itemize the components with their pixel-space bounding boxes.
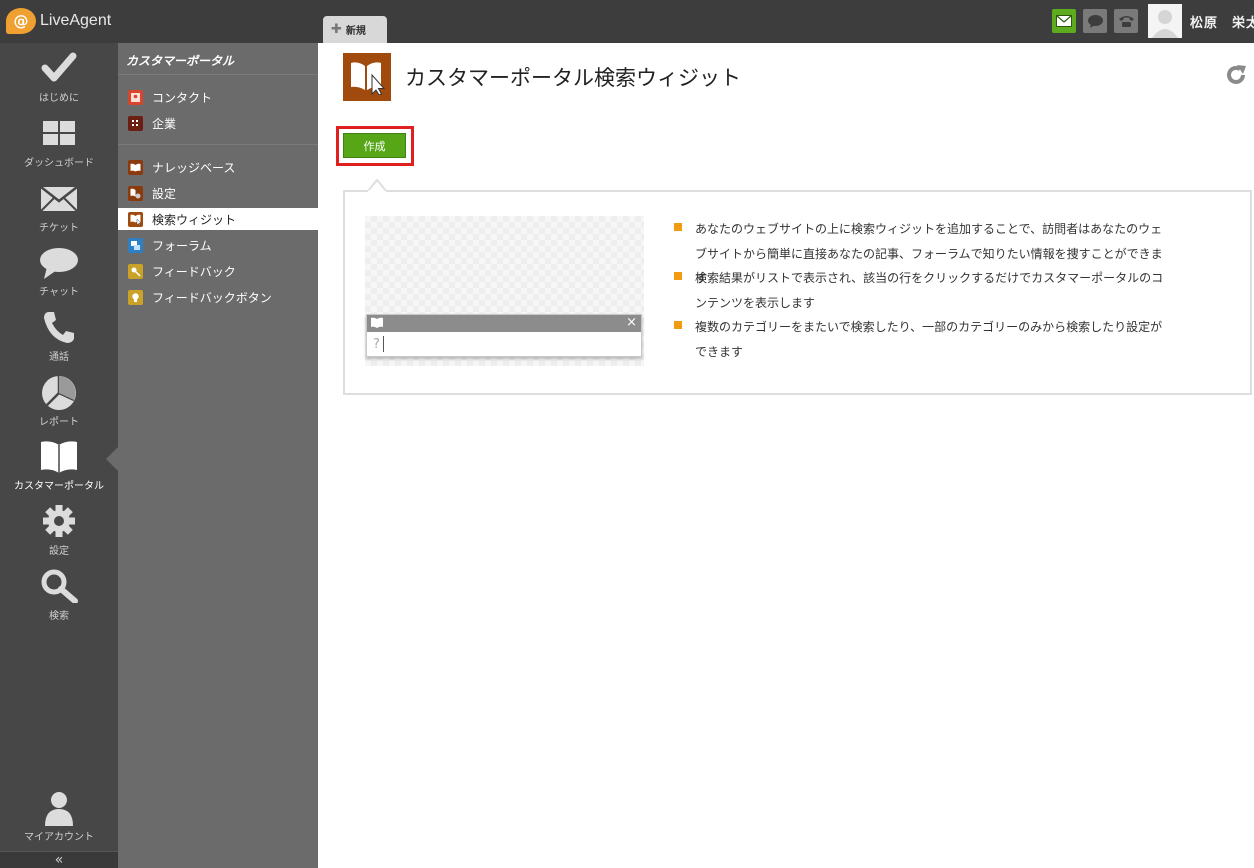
nav-item-chat[interactable]: チャット bbox=[0, 241, 118, 303]
phone-icon bbox=[44, 312, 74, 343]
subnav-item-companies[interactable]: 企業 bbox=[128, 112, 318, 134]
subnav-label: コンタクト bbox=[152, 90, 213, 105]
nav-label: チケット bbox=[39, 223, 79, 234]
nav-item-dashboard[interactable]: ダッシュボード bbox=[0, 112, 118, 174]
widget-preview-header: × bbox=[367, 315, 641, 332]
person-icon bbox=[45, 792, 73, 826]
book-settings-icon bbox=[128, 185, 143, 201]
nav-label: 検索 bbox=[49, 611, 69, 622]
user-name[interactable]: 松原 栄太 bbox=[1190, 12, 1254, 31]
widget-preview-search-input: ? bbox=[368, 333, 640, 355]
nav-label: レポート bbox=[39, 417, 79, 428]
customer-portal-subnav: カスタマーポータル コンタクト 企業 ナレッジベース 設定 検索ウィジット フォ… bbox=[118, 43, 318, 868]
feedback-key-icon bbox=[128, 263, 143, 279]
bullet-square-icon bbox=[674, 321, 682, 329]
building-icon bbox=[128, 115, 143, 131]
subnav-item-forum[interactable]: フォーラム bbox=[128, 234, 318, 256]
open-book-icon bbox=[41, 441, 77, 473]
text-caret bbox=[382, 336, 384, 352]
top-bar: @ LiveAgent ✚ 新規 松原 栄太 bbox=[0, 0, 1254, 43]
app-logo[interactable]: @ LiveAgent bbox=[6, 7, 111, 35]
refresh-icon[interactable] bbox=[1225, 64, 1247, 86]
subnav-label: 検索ウィジット bbox=[152, 212, 237, 227]
gear-icon bbox=[43, 505, 75, 537]
widget-preview: × ? bbox=[366, 314, 642, 357]
nav-label: ダッシュボード bbox=[24, 158, 94, 169]
subnav-item-settings[interactable]: 設定 bbox=[128, 182, 318, 204]
feature-text: 複数のカテゴリーをまたいで検索したり、一部のカテゴリーのみから検索したり設定がで… bbox=[695, 320, 1163, 359]
bullet-square-icon bbox=[674, 223, 682, 231]
feature-text: 検索結果がリストで表示され、該当の行をクリックするだけでカスタマーポータルのコン… bbox=[695, 271, 1164, 310]
nav-label: チャット bbox=[39, 287, 79, 298]
subnav-label: ナレッジベース bbox=[152, 160, 236, 175]
subnav-divider bbox=[118, 144, 318, 145]
subnav-title: カスタマーポータル bbox=[126, 54, 235, 68]
logo-at-icon: @ bbox=[6, 8, 36, 34]
phone-status-icon[interactable] bbox=[1114, 9, 1138, 33]
nav-label: はじめに bbox=[39, 93, 79, 104]
nav-item-my-account[interactable]: マイアカウント bbox=[0, 786, 118, 848]
dashboard-grid-icon bbox=[43, 121, 75, 145]
logo-text: LiveAgent bbox=[40, 12, 112, 29]
forum-icon bbox=[128, 237, 143, 253]
plus-icon: ✚ bbox=[331, 22, 342, 37]
subnav-item-feedback[interactable]: フィードバック bbox=[128, 260, 318, 282]
subnav-item-knowledge-base[interactable]: ナレッジベース bbox=[128, 156, 318, 178]
new-tab-button[interactable]: ✚ 新規 bbox=[323, 16, 387, 43]
bullet-square-icon bbox=[674, 272, 682, 280]
user-avatar[interactable] bbox=[1148, 4, 1182, 38]
nav-item-tickets[interactable]: チケット bbox=[0, 177, 118, 239]
mail-status-icon[interactable] bbox=[1052, 9, 1076, 33]
chat-bubble-icon bbox=[40, 248, 78, 279]
pie-chart-icon bbox=[42, 376, 76, 410]
create-button[interactable]: 作成 bbox=[343, 133, 406, 158]
nav-item-settings[interactable]: 設定 bbox=[0, 500, 118, 562]
subnav-divider bbox=[118, 74, 318, 75]
nav-label: 通話 bbox=[49, 352, 69, 363]
book-search-icon bbox=[128, 211, 143, 227]
nav-label: 設定 bbox=[49, 546, 69, 557]
question-mark-icon: ? bbox=[373, 336, 380, 352]
main-navigation: はじめに ダッシュボード チケット チャット 通話 レポート カスタマーポータル bbox=[0, 43, 118, 868]
magnifier-icon bbox=[41, 569, 78, 603]
book-icon bbox=[128, 159, 143, 175]
checkmark-icon bbox=[41, 52, 77, 82]
subnav-label: フィードバックボタン bbox=[152, 290, 272, 305]
close-icon: × bbox=[626, 315, 637, 330]
collapse-nav-button[interactable]: « bbox=[0, 851, 118, 868]
nav-label: カスタマーポータル bbox=[14, 481, 104, 492]
envelope-icon bbox=[40, 186, 78, 212]
nav-item-getting-started[interactable]: はじめに bbox=[0, 47, 118, 109]
subnav-label: フィードバック bbox=[152, 264, 236, 279]
feedback-bulb-icon bbox=[128, 289, 143, 305]
panel-pointer bbox=[367, 179, 387, 192]
nav-item-customer-portal[interactable]: カスタマーポータル bbox=[0, 435, 118, 497]
subnav-item-search-widget[interactable]: 検索ウィジット bbox=[118, 208, 318, 230]
nav-label: マイアカウント bbox=[24, 832, 94, 843]
subnav-item-feedback-button[interactable]: フィードバックボタン bbox=[128, 286, 318, 308]
active-nav-pointer bbox=[106, 447, 118, 471]
nav-item-calls[interactable]: 通話 bbox=[0, 306, 118, 368]
contact-card-icon bbox=[128, 89, 143, 105]
chat-status-icon[interactable] bbox=[1083, 9, 1107, 33]
subnav-label: フォーラム bbox=[152, 238, 212, 253]
nav-item-search[interactable]: 検索 bbox=[0, 565, 118, 627]
page-title: カスタマーポータル検索ウィジット bbox=[405, 66, 741, 90]
subnav-label: 設定 bbox=[152, 186, 177, 201]
subnav-item-contacts[interactable]: コンタクト bbox=[128, 86, 318, 108]
nav-item-reports[interactable]: レポート bbox=[0, 371, 118, 433]
new-tab-label: 新規 bbox=[345, 26, 366, 37]
search-widget-page-icon bbox=[343, 53, 391, 101]
book-icon bbox=[371, 317, 383, 328]
subnav-label: 企業 bbox=[152, 116, 177, 131]
